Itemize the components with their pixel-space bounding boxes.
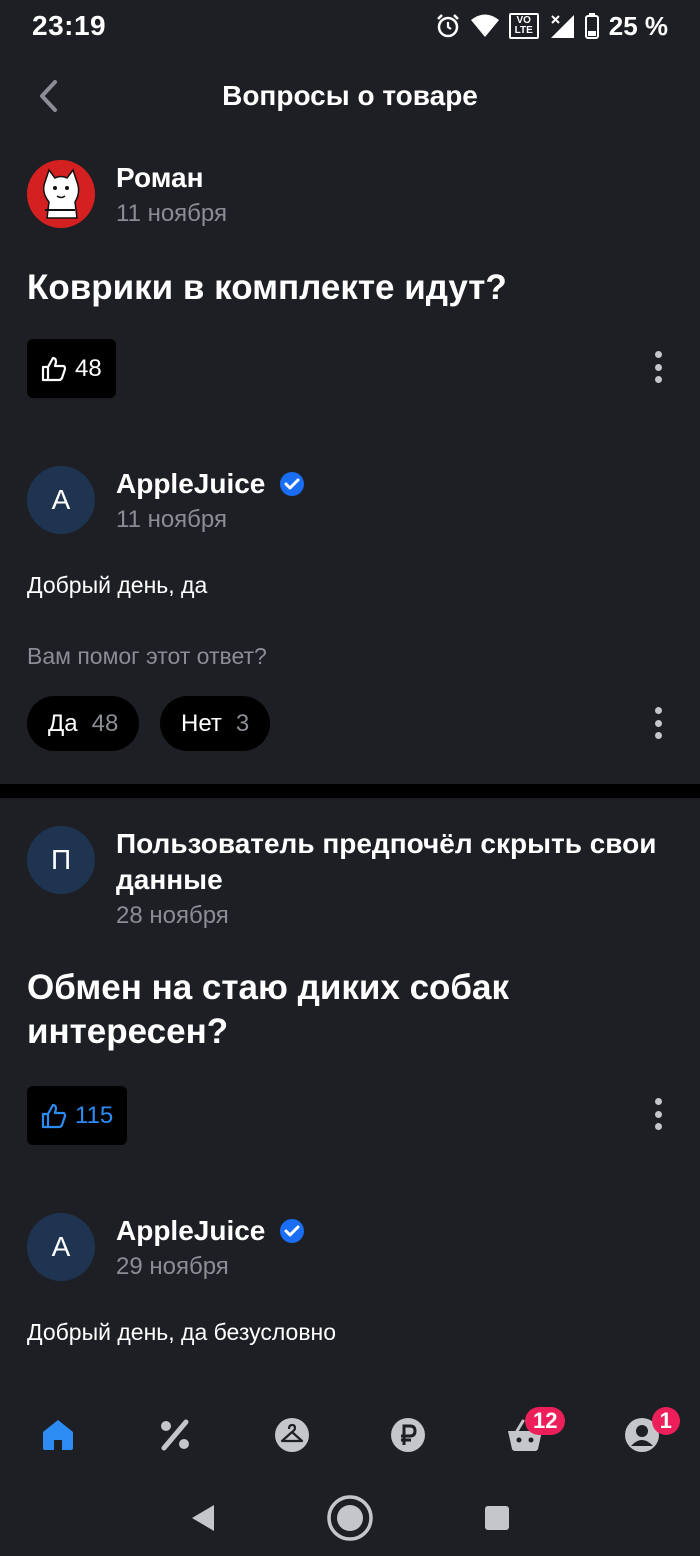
avatar[interactable]: П bbox=[27, 826, 95, 894]
answer-author: A AppleJuice 11 ноября bbox=[27, 466, 305, 534]
no-count: 3 bbox=[235, 709, 250, 737]
question-author: П Пользователь предпочёл скрыть свои дан… bbox=[27, 826, 676, 930]
status-time: 23:19 bbox=[32, 10, 107, 41]
author-name: AppleJuice bbox=[116, 468, 266, 499]
status-icons: VO LTE 25 % bbox=[435, 11, 668, 42]
question-text: Обмен на стаю диких собак интересен? bbox=[27, 968, 510, 1051]
page-header: Вопросы о товаре bbox=[0, 60, 700, 132]
more-icon-dot bbox=[654, 732, 662, 739]
more-icon-dot bbox=[654, 351, 662, 358]
signal-icon bbox=[550, 15, 574, 38]
avatar[interactable] bbox=[27, 160, 95, 228]
section-divider bbox=[0, 784, 700, 798]
hanger-icon bbox=[274, 1418, 309, 1452]
volte-icon: VO LTE bbox=[508, 13, 539, 39]
more-options-button[interactable] bbox=[646, 1094, 670, 1134]
chevron-left-icon bbox=[40, 80, 57, 112]
nav-home[interactable] bbox=[28, 1405, 88, 1465]
system-back-icon[interactable] bbox=[190, 1503, 216, 1533]
helpful-no-button[interactable]: Нет 3 bbox=[160, 696, 271, 751]
avatar[interactable]: A bbox=[27, 466, 95, 534]
like-button[interactable]: 115 bbox=[27, 1086, 128, 1145]
nav-discounts[interactable] bbox=[145, 1405, 205, 1465]
cat-avatar-icon bbox=[27, 160, 95, 228]
verified-icon bbox=[280, 1219, 305, 1243]
post-date: 28 ноября bbox=[116, 902, 229, 929]
basket-badge: 12 bbox=[524, 1407, 566, 1435]
more-options-button[interactable] bbox=[646, 347, 670, 387]
question-text: Коврики в комплекте идут? bbox=[27, 268, 507, 307]
status-bar: 23:19 VO LTE 25 % bbox=[0, 0, 700, 52]
helpful-question: Вам помог этот ответ? bbox=[27, 643, 267, 669]
bottom-nav: 12 1 bbox=[0, 1390, 700, 1480]
yes-count: 48 bbox=[91, 709, 119, 737]
back-button[interactable] bbox=[28, 74, 68, 118]
nav-basket[interactable]: 12 bbox=[495, 1405, 566, 1465]
avatar[interactable]: A bbox=[27, 1213, 95, 1281]
answer-author: A AppleJuice 29 ноября bbox=[27, 1213, 305, 1281]
nav-profile[interactable]: 1 bbox=[612, 1405, 680, 1465]
battery-icon bbox=[584, 13, 599, 39]
author-name: AppleJuice bbox=[116, 1215, 266, 1246]
profile-badge: 1 bbox=[651, 1407, 680, 1435]
more-icon-dot bbox=[654, 707, 662, 714]
no-label: Нет bbox=[181, 709, 222, 737]
post-date: 11 ноября bbox=[116, 200, 227, 227]
nav-catalog[interactable] bbox=[262, 1405, 322, 1465]
wifi-icon bbox=[470, 14, 499, 37]
home-icon bbox=[43, 1420, 74, 1450]
like-count: 48 bbox=[75, 354, 102, 382]
system-recents-icon[interactable] bbox=[484, 1505, 510, 1531]
like-count: 115 bbox=[75, 1101, 114, 1129]
author-name-row: AppleJuice bbox=[116, 1213, 305, 1249]
page-title: Вопросы о товаре bbox=[222, 80, 478, 111]
answer-text: Добрый день, да bbox=[27, 572, 208, 598]
more-icon-dot bbox=[654, 363, 662, 371]
ruble-icon bbox=[391, 1418, 426, 1452]
helpful-yes-button[interactable]: Да 48 bbox=[27, 696, 140, 751]
alarm-icon bbox=[436, 14, 459, 38]
post-date: 11 ноября bbox=[116, 506, 227, 533]
more-options-button[interactable] bbox=[646, 703, 670, 743]
question-author: Роман 11 ноября bbox=[27, 160, 227, 228]
author-name: Пользователь предпочёл скрыть свои данны… bbox=[116, 828, 657, 895]
percent-icon bbox=[160, 1419, 189, 1451]
more-icon-dot bbox=[654, 1123, 662, 1130]
author-name-row: AppleJuice bbox=[116, 466, 305, 502]
more-icon-dot bbox=[654, 1110, 662, 1118]
like-button[interactable]: 48 bbox=[27, 339, 116, 398]
battery-level: 25 % bbox=[608, 10, 668, 41]
yes-label: Да bbox=[48, 709, 78, 737]
system-home-icon[interactable] bbox=[326, 1494, 374, 1542]
system-nav-bar bbox=[0, 1480, 700, 1556]
more-icon-dot bbox=[654, 376, 662, 383]
thumbs-up-icon bbox=[41, 1103, 67, 1128]
verified-icon bbox=[280, 472, 305, 496]
nav-finance[interactable] bbox=[378, 1405, 438, 1465]
volte-label-bottom: LTE bbox=[514, 25, 533, 36]
post-date: 29 ноября bbox=[116, 1253, 229, 1280]
more-icon-dot bbox=[654, 719, 662, 727]
answer-text: Добрый день, да безусловно bbox=[27, 1319, 337, 1345]
thumbs-up-icon bbox=[41, 356, 67, 381]
author-name: Роман bbox=[116, 162, 204, 193]
more-icon-dot bbox=[654, 1098, 662, 1105]
